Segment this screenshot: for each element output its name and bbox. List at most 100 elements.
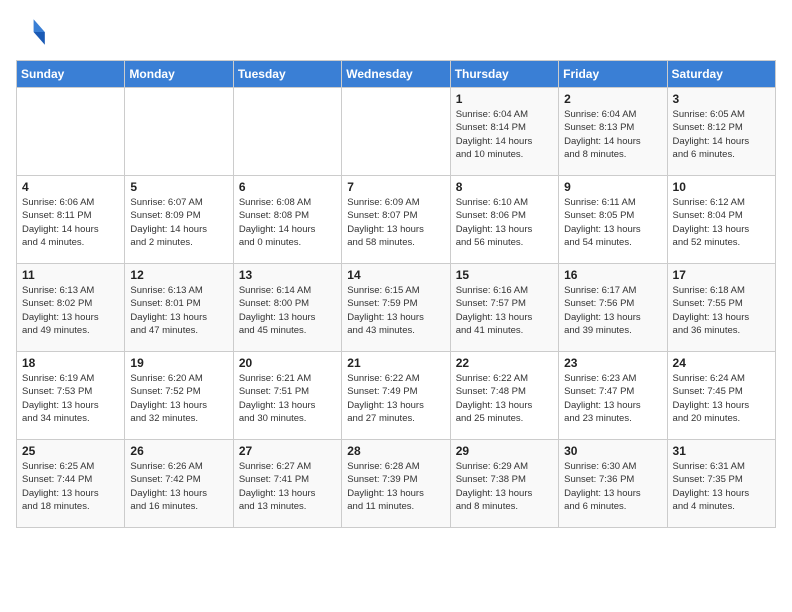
page-header xyxy=(16,16,776,48)
calendar-cell: 4 Sunrise: 6:06 AM Sunset: 8:11 PM Daylig… xyxy=(17,176,125,264)
calendar-cell: 5 Sunrise: 6:07 AM Sunset: 8:09 PM Daylig… xyxy=(125,176,233,264)
day-number: 19 xyxy=(130,356,227,370)
day-info: Sunrise: 6:23 AM Sunset: 7:47 PM Dayligh… xyxy=(564,372,661,425)
calendar-cell: 23 Sunrise: 6:23 AM Sunset: 7:47 PM Dayli… xyxy=(559,352,667,440)
calendar-cell: 26 Sunrise: 6:26 AM Sunset: 7:42 PM Dayli… xyxy=(125,440,233,528)
calendar-cell: 27 Sunrise: 6:27 AM Sunset: 7:41 PM Dayli… xyxy=(233,440,341,528)
day-number: 1 xyxy=(456,92,553,106)
day-info: Sunrise: 6:16 AM Sunset: 7:57 PM Dayligh… xyxy=(456,284,553,337)
day-number: 2 xyxy=(564,92,661,106)
weekday-header: Wednesday xyxy=(342,61,450,88)
calendar-cell: 16 Sunrise: 6:17 AM Sunset: 7:56 PM Dayli… xyxy=(559,264,667,352)
day-number: 24 xyxy=(673,356,770,370)
day-info: Sunrise: 6:04 AM Sunset: 8:14 PM Dayligh… xyxy=(456,108,553,161)
day-number: 8 xyxy=(456,180,553,194)
day-info: Sunrise: 6:29 AM Sunset: 7:38 PM Dayligh… xyxy=(456,460,553,513)
weekday-header: Monday xyxy=(125,61,233,88)
day-number: 27 xyxy=(239,444,336,458)
calendar-cell: 14Sunrise: 6:15 AM Sunset: 7:59 PM Dayli… xyxy=(342,264,450,352)
weekday-header: Thursday xyxy=(450,61,558,88)
day-info: Sunrise: 6:13 AM Sunset: 8:01 PM Dayligh… xyxy=(130,284,227,337)
day-info: Sunrise: 6:09 AM Sunset: 8:07 PM Dayligh… xyxy=(347,196,444,249)
day-number: 17 xyxy=(673,268,770,282)
day-number: 14 xyxy=(347,268,444,282)
day-number: 4 xyxy=(22,180,119,194)
day-number: 10 xyxy=(673,180,770,194)
day-number: 21 xyxy=(347,356,444,370)
calendar-cell xyxy=(233,88,341,176)
day-info: Sunrise: 6:04 AM Sunset: 8:13 PM Dayligh… xyxy=(564,108,661,161)
calendar-cell: 28 Sunrise: 6:28 AM Sunset: 7:39 PM Dayli… xyxy=(342,440,450,528)
calendar-cell xyxy=(342,88,450,176)
weekday-row: SundayMondayTuesdayWednesdayThursdayFrid… xyxy=(17,61,776,88)
day-info: Sunrise: 6:17 AM Sunset: 7:56 PM Dayligh… xyxy=(564,284,661,337)
calendar-table: SundayMondayTuesdayWednesdayThursdayFrid… xyxy=(16,60,776,528)
calendar-cell: 20Sunrise: 6:21 AM Sunset: 7:51 PM Dayli… xyxy=(233,352,341,440)
day-info: Sunrise: 6:18 AM Sunset: 7:55 PM Dayligh… xyxy=(673,284,770,337)
day-info: Sunrise: 6:20 AM Sunset: 7:52 PM Dayligh… xyxy=(130,372,227,425)
calendar-week-row: 4 Sunrise: 6:06 AM Sunset: 8:11 PM Daylig… xyxy=(17,176,776,264)
day-number: 28 xyxy=(347,444,444,458)
day-info: Sunrise: 6:07 AM Sunset: 8:09 PM Dayligh… xyxy=(130,196,227,249)
calendar-cell: 24 Sunrise: 6:24 AM Sunset: 7:45 PM Dayli… xyxy=(667,352,775,440)
calendar-cell: 9Sunrise: 6:11 AM Sunset: 8:05 PM Daylig… xyxy=(559,176,667,264)
calendar-body: 1 Sunrise: 6:04 AM Sunset: 8:14 PM Daylig… xyxy=(17,88,776,528)
calendar-cell xyxy=(17,88,125,176)
calendar-cell: 8 Sunrise: 6:10 AM Sunset: 8:06 PM Daylig… xyxy=(450,176,558,264)
day-info: Sunrise: 6:31 AM Sunset: 7:35 PM Dayligh… xyxy=(673,460,770,513)
day-number: 29 xyxy=(456,444,553,458)
day-number: 26 xyxy=(130,444,227,458)
day-number: 12 xyxy=(130,268,227,282)
day-info: Sunrise: 6:06 AM Sunset: 8:11 PM Dayligh… xyxy=(22,196,119,249)
day-number: 18 xyxy=(22,356,119,370)
calendar-cell: 15 Sunrise: 6:16 AM Sunset: 7:57 PM Dayli… xyxy=(450,264,558,352)
day-info: Sunrise: 6:13 AM Sunset: 8:02 PM Dayligh… xyxy=(22,284,119,337)
day-info: Sunrise: 6:05 AM Sunset: 8:12 PM Dayligh… xyxy=(673,108,770,161)
weekday-header: Sunday xyxy=(17,61,125,88)
calendar-cell: 3 Sunrise: 6:05 AM Sunset: 8:12 PM Daylig… xyxy=(667,88,775,176)
calendar-cell: 1 Sunrise: 6:04 AM Sunset: 8:14 PM Daylig… xyxy=(450,88,558,176)
calendar-cell: 12 Sunrise: 6:13 AM Sunset: 8:01 PM Dayli… xyxy=(125,264,233,352)
day-number: 30 xyxy=(564,444,661,458)
calendar-cell: 25Sunrise: 6:25 AM Sunset: 7:44 PM Dayli… xyxy=(17,440,125,528)
calendar-header: SundayMondayTuesdayWednesdayThursdayFrid… xyxy=(17,61,776,88)
calendar-cell: 11Sunrise: 6:13 AM Sunset: 8:02 PM Dayli… xyxy=(17,264,125,352)
calendar-cell: 18 Sunrise: 6:19 AM Sunset: 7:53 PM Dayli… xyxy=(17,352,125,440)
day-number: 5 xyxy=(130,180,227,194)
day-number: 23 xyxy=(564,356,661,370)
day-info: Sunrise: 6:26 AM Sunset: 7:42 PM Dayligh… xyxy=(130,460,227,513)
calendar-cell xyxy=(125,88,233,176)
calendar-week-row: 11Sunrise: 6:13 AM Sunset: 8:02 PM Dayli… xyxy=(17,264,776,352)
calendar-cell: 13 Sunrise: 6:14 AM Sunset: 8:00 PM Dayli… xyxy=(233,264,341,352)
day-info: Sunrise: 6:11 AM Sunset: 8:05 PM Dayligh… xyxy=(564,196,661,249)
day-number: 22 xyxy=(456,356,553,370)
day-number: 7 xyxy=(347,180,444,194)
calendar-cell: 6Sunrise: 6:08 AM Sunset: 8:08 PM Daylig… xyxy=(233,176,341,264)
logo xyxy=(16,16,54,48)
day-info: Sunrise: 6:10 AM Sunset: 8:06 PM Dayligh… xyxy=(456,196,553,249)
calendar-week-row: 25Sunrise: 6:25 AM Sunset: 7:44 PM Dayli… xyxy=(17,440,776,528)
calendar-cell: 17 Sunrise: 6:18 AM Sunset: 7:55 PM Dayli… xyxy=(667,264,775,352)
day-info: Sunrise: 6:28 AM Sunset: 7:39 PM Dayligh… xyxy=(347,460,444,513)
day-info: Sunrise: 6:22 AM Sunset: 7:49 PM Dayligh… xyxy=(347,372,444,425)
day-number: 13 xyxy=(239,268,336,282)
calendar-week-row: 18 Sunrise: 6:19 AM Sunset: 7:53 PM Dayli… xyxy=(17,352,776,440)
calendar-cell: 19 Sunrise: 6:20 AM Sunset: 7:52 PM Dayli… xyxy=(125,352,233,440)
day-number: 15 xyxy=(456,268,553,282)
day-number: 25 xyxy=(22,444,119,458)
day-info: Sunrise: 6:22 AM Sunset: 7:48 PM Dayligh… xyxy=(456,372,553,425)
calendar-cell: 21 Sunrise: 6:22 AM Sunset: 7:49 PM Dayli… xyxy=(342,352,450,440)
day-info: Sunrise: 6:14 AM Sunset: 8:00 PM Dayligh… xyxy=(239,284,336,337)
day-number: 16 xyxy=(564,268,661,282)
day-info: Sunrise: 6:27 AM Sunset: 7:41 PM Dayligh… xyxy=(239,460,336,513)
day-info: Sunrise: 6:24 AM Sunset: 7:45 PM Dayligh… xyxy=(673,372,770,425)
day-info: Sunrise: 6:08 AM Sunset: 8:08 PM Dayligh… xyxy=(239,196,336,249)
day-info: Sunrise: 6:12 AM Sunset: 8:04 PM Dayligh… xyxy=(673,196,770,249)
day-number: 3 xyxy=(673,92,770,106)
calendar-cell: 7 Sunrise: 6:09 AM Sunset: 8:07 PM Daylig… xyxy=(342,176,450,264)
day-info: Sunrise: 6:19 AM Sunset: 7:53 PM Dayligh… xyxy=(22,372,119,425)
day-number: 20 xyxy=(239,356,336,370)
logo-icon xyxy=(16,16,48,48)
calendar-cell: 31Sunrise: 6:31 AM Sunset: 7:35 PM Dayli… xyxy=(667,440,775,528)
calendar-week-row: 1 Sunrise: 6:04 AM Sunset: 8:14 PM Daylig… xyxy=(17,88,776,176)
